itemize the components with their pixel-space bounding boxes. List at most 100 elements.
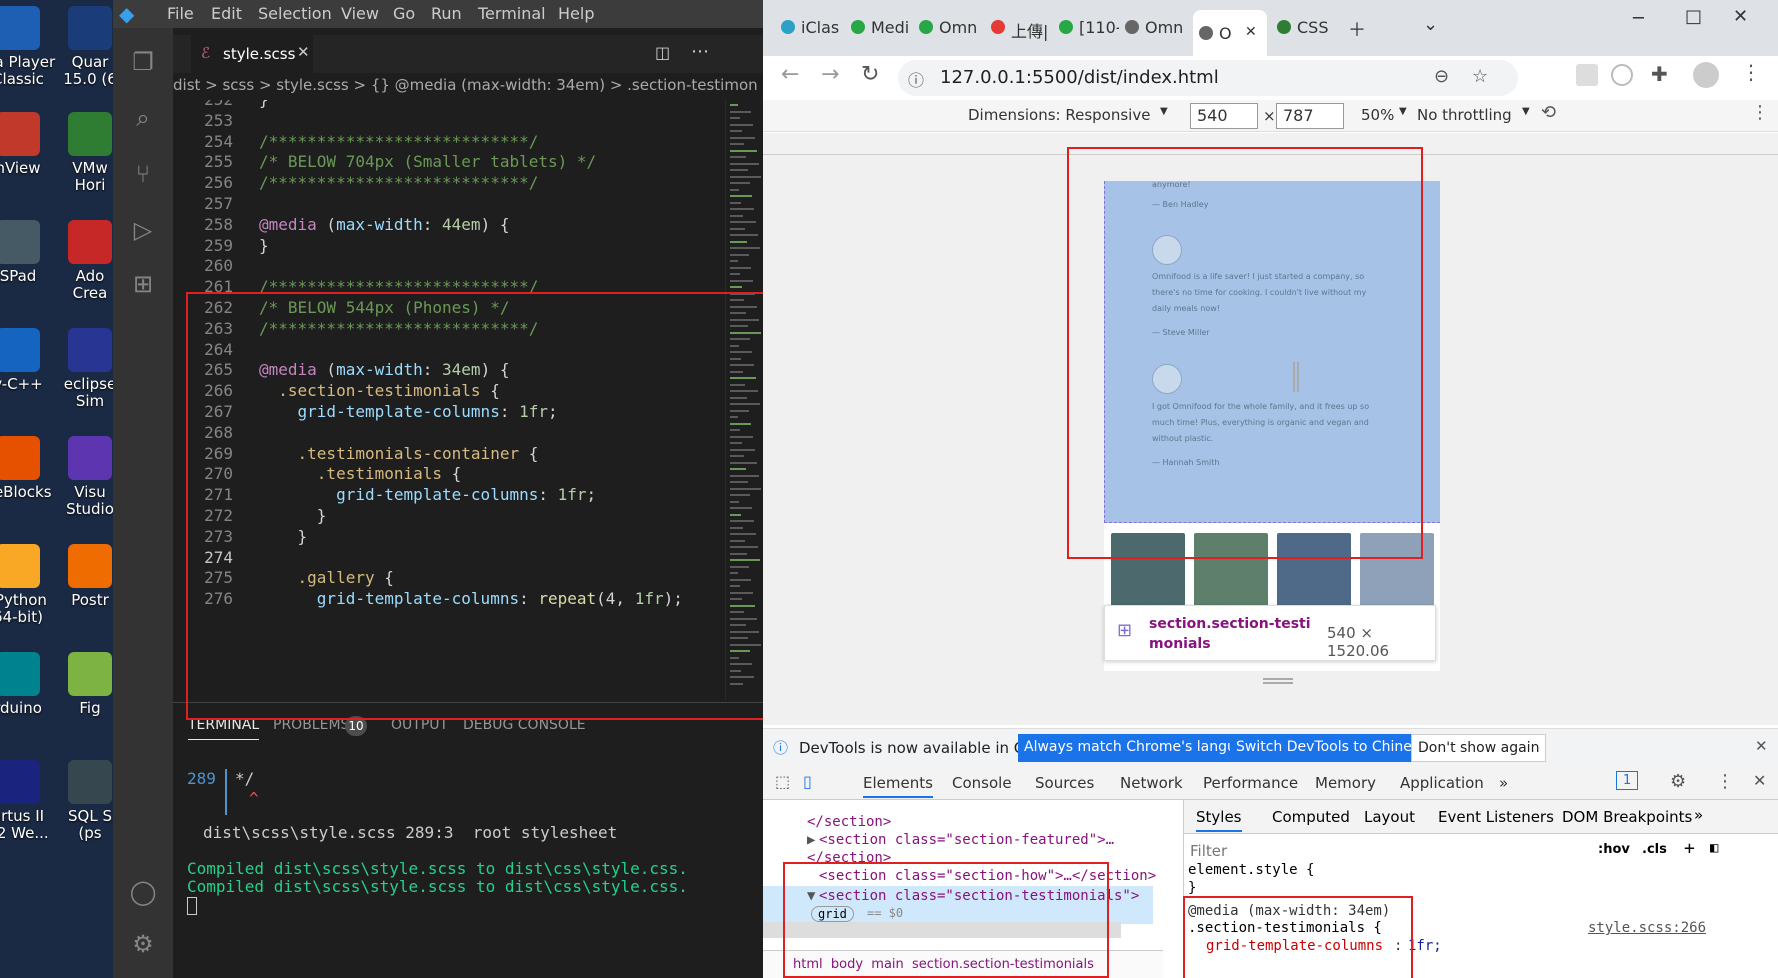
device-toggle-icon[interactable]: ▯ bbox=[803, 772, 812, 791]
split-editor-icon[interactable]: ◫ bbox=[655, 43, 670, 62]
tab-application[interactable]: Application bbox=[1400, 774, 1484, 792]
dont-show-again-button[interactable]: Don't show again bbox=[1411, 734, 1547, 762]
search-icon[interactable]: ⌕ bbox=[127, 102, 159, 134]
close-tab-icon[interactable]: ✕ bbox=[297, 43, 310, 61]
zoom-select[interactable]: 50% bbox=[1361, 106, 1394, 124]
menu-help[interactable]: Help bbox=[558, 4, 594, 23]
browser-tab[interactable]: iClas bbox=[775, 14, 841, 50]
dimensions-select[interactable]: Dimensions: Responsive bbox=[968, 106, 1150, 124]
throttling-select[interactable]: No throttling bbox=[1417, 106, 1512, 124]
hov-toggle[interactable]: :hov bbox=[1598, 842, 1630, 857]
extension-icon[interactable] bbox=[1611, 64, 1633, 86]
browser-tab[interactable]: 上傳| bbox=[985, 14, 1051, 50]
desktop-shortcut[interactable]: Fig bbox=[50, 652, 113, 717]
more-actions-icon[interactable]: ⋯ bbox=[691, 41, 709, 62]
tab-layout[interactable]: Layout bbox=[1364, 808, 1415, 826]
desktop-shortcut[interactable]: VMw Hori bbox=[50, 112, 113, 194]
settings-gear-icon[interactable]: ⚙ bbox=[127, 928, 159, 960]
code-line[interactable]: } bbox=[259, 100, 269, 109]
explorer-icon[interactable]: ❐ bbox=[127, 46, 159, 78]
tab-network[interactable]: Network bbox=[1120, 774, 1183, 792]
source-control-icon[interactable]: ⑂ bbox=[127, 158, 159, 190]
menu-terminal[interactable]: Terminal bbox=[478, 4, 546, 23]
zoom-icon[interactable]: ⊖ bbox=[1434, 66, 1449, 87]
tab-memory[interactable]: Memory bbox=[1315, 774, 1376, 792]
styles-filter-input[interactable]: Filter bbox=[1190, 842, 1227, 860]
cls-toggle[interactable]: .cls bbox=[1642, 842, 1667, 857]
desktop-shortcut[interactable]: Postr bbox=[50, 544, 113, 609]
browser-tab[interactable]: CSS bbox=[1271, 14, 1337, 50]
code-line[interactable]: /***************************/ bbox=[259, 173, 538, 192]
tab-event-listeners[interactable]: Event Listeners bbox=[1438, 808, 1554, 826]
issues-badge[interactable]: 1 bbox=[1616, 771, 1639, 790]
tab-elements[interactable]: Elements bbox=[863, 774, 933, 798]
css-value[interactable]: 1fr; bbox=[1408, 938, 1442, 954]
resize-handle-bottom[interactable] bbox=[1263, 678, 1293, 684]
avatar[interactable] bbox=[1693, 62, 1719, 88]
tab-search-icon[interactable]: ⌄ bbox=[1423, 14, 1438, 35]
tab-dom-breakpoints[interactable]: DOM Breakpoints bbox=[1562, 808, 1692, 826]
more-tabs-icon[interactable]: » bbox=[1499, 774, 1508, 792]
breadcrumb[interactable]: dist > scss > style.scss > {} @media (ma… bbox=[173, 76, 763, 102]
desktop-shortcut[interactable]: Quar 15.0 (6 bbox=[50, 6, 113, 88]
browser-tab[interactable]: Omn bbox=[1119, 14, 1185, 50]
desktop-shortcut[interactable]: Visu Studio bbox=[50, 436, 113, 518]
tab-style-scss[interactable]: ℰ style.scss ✕ bbox=[191, 35, 313, 73]
tab-styles[interactable]: Styles bbox=[1196, 808, 1242, 832]
rotate-icon[interactable]: ⟲ bbox=[1541, 102, 1556, 123]
more-icon[interactable]: ⋮ bbox=[1751, 102, 1769, 123]
run-debug-icon[interactable]: ▷ bbox=[127, 214, 159, 246]
inspect-element-icon[interactable]: ⬚ bbox=[775, 772, 790, 791]
menu-go[interactable]: Go bbox=[393, 4, 415, 23]
tab-terminal[interactable]: TERMINAL bbox=[188, 717, 260, 740]
new-tab-icon[interactable]: ＋ bbox=[1348, 16, 1366, 42]
close-tab-icon[interactable]: ✕ bbox=[1245, 24, 1257, 40]
width-input[interactable]: 540 bbox=[1190, 103, 1258, 129]
browser-tab[interactable]: Omn bbox=[913, 14, 979, 50]
extensions-icon[interactable]: ⊞ bbox=[127, 268, 159, 300]
desktop-shortcut[interactable]: SQL S (ps bbox=[50, 760, 113, 842]
puzzle-icon[interactable]: ✚ bbox=[1651, 62, 1668, 86]
more-icon[interactable]: ⋮ bbox=[1716, 771, 1734, 792]
maximize-icon[interactable]: □ bbox=[1685, 6, 1702, 27]
info-icon[interactable]: ⓘ bbox=[908, 67, 924, 91]
settings-gear-icon[interactable]: ⚙ bbox=[1670, 771, 1686, 792]
reload-icon[interactable]: ↻ bbox=[861, 62, 879, 87]
forward-icon[interactable]: → bbox=[821, 62, 839, 87]
add-rule-icon[interactable]: + bbox=[1684, 838, 1695, 859]
bookmark-star-icon[interactable]: ☆ bbox=[1472, 66, 1488, 87]
menu-edit[interactable]: Edit bbox=[211, 4, 242, 23]
address-bar[interactable]: ⓘ 127.0.0.1:5500/dist/index.html ⊖ ☆ bbox=[898, 60, 1518, 96]
code-line[interactable]: @media (max-width: 44em) { bbox=[259, 215, 509, 234]
source-link[interactable]: style.scss:266 bbox=[1588, 920, 1706, 936]
menu-run[interactable]: Run bbox=[431, 4, 462, 23]
tab-computed[interactable]: Computed bbox=[1272, 808, 1350, 826]
close-window-icon[interactable]: ✕ bbox=[1733, 6, 1748, 27]
desktop-shortcut[interactable]: eclipse Sim bbox=[50, 328, 113, 410]
toggle-sidebar-icon[interactable]: ◧ bbox=[1710, 840, 1718, 856]
dom-node[interactable]: </section> bbox=[807, 814, 891, 830]
tab-performance[interactable]: Performance bbox=[1203, 774, 1298, 792]
minimize-icon[interactable]: ─ bbox=[1633, 8, 1644, 29]
tab-console[interactable]: Console bbox=[952, 774, 1012, 792]
back-icon[interactable]: ← bbox=[781, 62, 799, 87]
code-line[interactable]: /* BELOW 704px (Smaller tablets) */ bbox=[259, 152, 596, 171]
menu-icon[interactable]: ⋮ bbox=[1741, 60, 1761, 84]
height-input[interactable]: 787 bbox=[1276, 103, 1344, 129]
menu-file[interactable]: File bbox=[167, 4, 194, 23]
close-icon[interactable]: ✕ bbox=[1753, 771, 1766, 790]
menu-selection[interactable]: Selection bbox=[258, 4, 332, 23]
browser-tab[interactable]: [110- bbox=[1053, 14, 1119, 50]
desktop-shortcut[interactable]: Ado Crea bbox=[50, 220, 113, 302]
more-tabs-icon[interactable]: » bbox=[1694, 806, 1703, 824]
code-line[interactable]: /***************************/ bbox=[259, 132, 538, 151]
tab-sources[interactable]: Sources bbox=[1035, 774, 1094, 792]
browser-tab[interactable]: O ✕ bbox=[1193, 10, 1267, 62]
dom-node[interactable]: <section class="section-featured">… bbox=[819, 832, 1114, 848]
menu-view[interactable]: View bbox=[341, 4, 379, 23]
browser-tab[interactable]: Medi bbox=[845, 14, 911, 50]
expand-triangle-icon[interactable]: ▶ bbox=[807, 832, 815, 848]
code-line[interactable]: } bbox=[259, 236, 269, 255]
switch-to-chinese-button[interactable]: Switch DevTools to Chinese bbox=[1230, 734, 1434, 762]
close-icon[interactable]: ✕ bbox=[1755, 737, 1768, 755]
